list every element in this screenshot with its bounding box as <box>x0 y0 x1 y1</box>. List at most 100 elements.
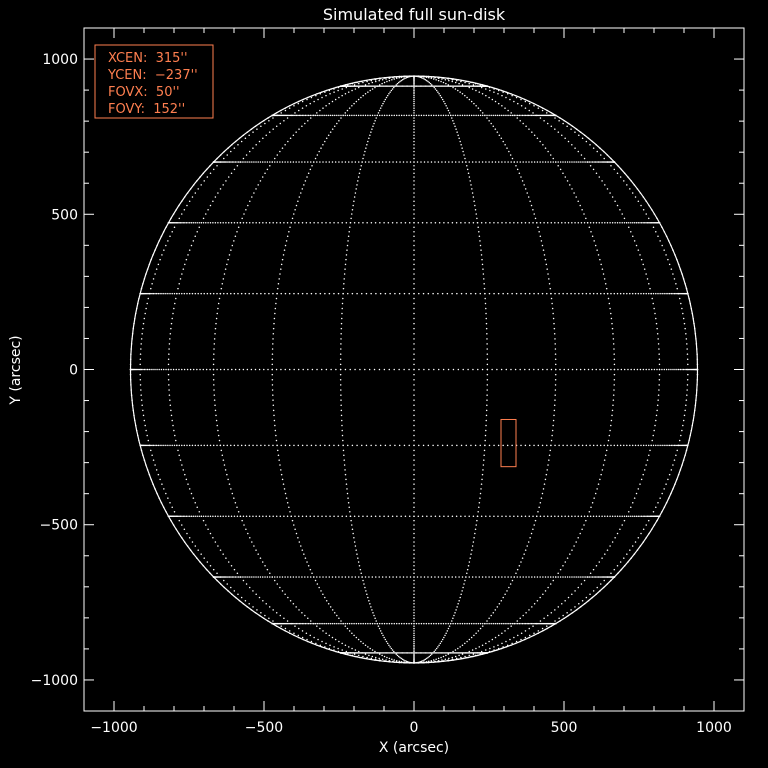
grid-dot <box>192 497 195 499</box>
grid-dot <box>140 394 142 396</box>
grid-dot <box>460 292 463 295</box>
grid-dot <box>140 338 143 340</box>
grid-dot <box>485 515 487 517</box>
grid-dot <box>165 244 167 247</box>
grid-dot <box>139 353 142 355</box>
grid-dot <box>521 622 524 625</box>
grid-dot <box>333 114 336 117</box>
grid-dot <box>462 150 464 153</box>
grid-dot <box>490 122 492 125</box>
grid-dot <box>452 119 454 122</box>
grid-dot <box>470 622 473 625</box>
grid-dot <box>457 603 459 605</box>
grid-dot <box>266 161 269 163</box>
grid-dot <box>212 168 215 171</box>
grid-dot <box>184 473 186 476</box>
grid-dot <box>316 112 318 114</box>
grid-dot <box>150 444 152 447</box>
grid-dot <box>284 109 287 112</box>
grid-dot <box>196 368 198 371</box>
grid-dot <box>268 222 271 224</box>
grid-dot <box>413 634 415 637</box>
grid-dot <box>569 576 571 578</box>
grid-dot <box>516 168 519 171</box>
grid-dot <box>569 161 571 163</box>
grid-dot <box>375 656 377 659</box>
grid-dot <box>478 646 481 648</box>
grid-dot <box>364 114 367 117</box>
grid-dot <box>413 553 415 555</box>
grid-dot <box>623 292 625 295</box>
grid-dot <box>596 586 598 589</box>
grid-dot <box>161 444 163 447</box>
grid-dot <box>413 483 415 485</box>
grid-dot <box>391 649 394 651</box>
grid-dot <box>485 317 488 320</box>
grid-dot <box>340 399 342 401</box>
grid-dot <box>280 368 282 371</box>
grid-dot <box>382 102 384 105</box>
grid-dot <box>554 348 557 350</box>
grid-dot <box>530 114 533 117</box>
grid-dot <box>479 240 481 242</box>
grid-dot <box>500 114 503 117</box>
grid-dot <box>473 634 475 637</box>
grid-dot <box>537 368 540 371</box>
grid-dot <box>610 292 612 295</box>
grid-dot <box>283 515 285 517</box>
grid-dot <box>274 307 277 310</box>
grid-dot <box>533 524 535 526</box>
grid-dot <box>392 576 394 578</box>
grid-dot <box>598 561 601 563</box>
grid-dot <box>603 579 605 582</box>
grid-dot <box>399 656 401 659</box>
grid-dot <box>413 609 415 611</box>
grid-dot <box>553 327 556 330</box>
grid-dot <box>179 278 182 280</box>
grid-dot <box>574 590 576 592</box>
grid-dot <box>514 368 517 371</box>
grid-dot <box>590 506 592 508</box>
grid-dot <box>413 603 415 605</box>
grid-dot <box>387 515 390 517</box>
grid-dot <box>190 222 193 224</box>
grid-dot <box>378 657 380 660</box>
grid-dot <box>491 368 493 371</box>
legend-fovx: FOVX: 50'' <box>108 85 180 100</box>
grid-dot <box>298 161 300 163</box>
grid-dot <box>258 515 261 517</box>
grid-dot <box>536 222 538 224</box>
grid-dot <box>413 404 415 406</box>
grid-dot <box>444 161 447 163</box>
grid-dot <box>368 599 370 602</box>
grid-dot <box>261 176 264 178</box>
grid-dot <box>488 114 490 117</box>
grid-dot <box>260 292 262 295</box>
grid-dot <box>386 642 389 645</box>
grid-dot <box>583 576 585 578</box>
grid-dot <box>381 622 383 625</box>
grid-dot <box>178 444 181 447</box>
grid-dot <box>216 312 218 315</box>
grid-dot <box>159 292 161 295</box>
grid-dot <box>297 102 300 105</box>
grid-dot <box>685 338 688 340</box>
grid-dot <box>374 650 376 653</box>
grid-dot <box>378 79 380 82</box>
grid-dot <box>353 84 356 86</box>
grid-dot <box>570 609 572 611</box>
grid-dot <box>578 603 580 605</box>
grid-dot <box>357 161 360 163</box>
grid-dot <box>324 596 326 599</box>
grid-dot <box>173 226 176 229</box>
grid-dot <box>244 137 247 140</box>
grid-dot <box>152 292 155 295</box>
grid-dot <box>202 222 205 224</box>
grid-dot <box>592 568 595 571</box>
grid-dot <box>454 81 457 84</box>
grid-dot <box>475 622 477 625</box>
grid-dot <box>435 78 437 81</box>
grid-dot <box>413 576 415 578</box>
grid-dot <box>546 112 548 114</box>
grid-dot <box>485 642 487 645</box>
